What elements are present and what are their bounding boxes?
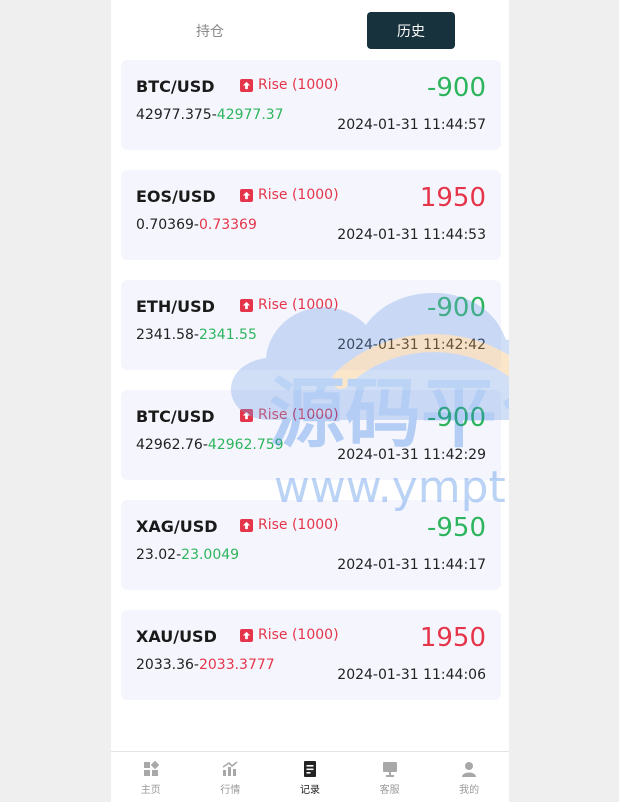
open-price: 42962.76 xyxy=(136,437,203,453)
profit-amount: 1950 xyxy=(419,183,486,213)
record-symbol: XAU/USD xyxy=(136,627,217,646)
record-symbol: BTC/USD xyxy=(136,407,215,426)
open-price: 42977.375 xyxy=(136,107,212,123)
home-icon xyxy=(143,760,160,776)
direction-label: Rise (1000) xyxy=(258,627,339,643)
nav-records-label: 记录 xyxy=(299,784,320,796)
price-range: 0.70369-0.73369 xyxy=(136,217,257,233)
record-time: 2024-01-31 11:44:53 xyxy=(337,227,486,243)
price-range: 42977.375-42977.37 xyxy=(136,107,284,123)
record-card[interactable]: BTC/USD Rise (1000) 42962.76-42962.759 -… xyxy=(121,390,501,480)
nav-support[interactable]: 客服 xyxy=(350,752,430,802)
direction-label: Rise (1000) xyxy=(258,407,339,423)
market-chart-icon xyxy=(222,760,238,776)
direction-badge: Rise (1000) xyxy=(240,185,339,205)
record-time: 2024-01-31 11:44:57 xyxy=(337,117,486,133)
direction-label: Rise (1000) xyxy=(258,77,339,93)
nav-profile-label: 我的 xyxy=(459,784,480,796)
close-price: 23.0049 xyxy=(181,547,240,563)
nav-home[interactable]: 主页 xyxy=(111,752,191,802)
direction-label: Rise (1000) xyxy=(258,187,339,203)
open-price: 2033.36 xyxy=(136,657,194,673)
record-card[interactable]: XAG/USD Rise (1000) 23.02-23.0049 -950 2… xyxy=(121,500,501,590)
bottom-nav: 主页 行情 记录 客服 我的 xyxy=(111,751,509,802)
direction-label: Rise (1000) xyxy=(258,517,339,533)
direction-badge: Rise (1000) xyxy=(240,625,339,645)
record-icon xyxy=(303,760,316,777)
record-time: 2024-01-31 11:42:29 xyxy=(337,447,486,463)
open-price: 0.70369 xyxy=(136,217,194,233)
nav-home-label: 主页 xyxy=(140,784,161,796)
open-price: 2341.58 xyxy=(136,327,194,343)
profit-amount: -900 xyxy=(426,293,486,323)
record-card[interactable]: ETH/USD Rise (1000) 2341.58-2341.55 -900… xyxy=(121,280,501,370)
nav-profile[interactable]: 我的 xyxy=(429,752,509,802)
price-range: 2341.58-2341.55 xyxy=(136,327,257,343)
rise-arrow-icon xyxy=(240,408,253,422)
tab-holdings[interactable]: 持仓 xyxy=(166,12,254,49)
profit-amount: 1950 xyxy=(419,623,486,653)
support-icon xyxy=(382,761,397,777)
price-range: 42962.76-42962.759 xyxy=(136,437,284,453)
direction-badge: Rise (1000) xyxy=(240,295,339,315)
nav-market[interactable]: 行情 xyxy=(191,752,271,802)
rise-arrow-icon xyxy=(240,188,253,202)
record-card[interactable]: EOS/USD Rise (1000) 0.70369-0.73369 1950… xyxy=(121,170,501,260)
profit-amount: -900 xyxy=(426,403,486,433)
record-symbol: BTC/USD xyxy=(136,77,215,96)
direction-badge: Rise (1000) xyxy=(240,515,339,535)
direction-label: Rise (1000) xyxy=(258,297,339,313)
app-screen: 持仓 历史 BTC/USD Rise (1000) 42977.375-4297… xyxy=(111,0,509,802)
rise-arrow-icon xyxy=(240,298,253,312)
direction-badge: Rise (1000) xyxy=(240,405,339,425)
price-range: 2033.36-2033.3777 xyxy=(136,657,275,673)
record-symbol: EOS/USD xyxy=(136,187,216,206)
price-range: 23.02-23.0049 xyxy=(136,547,239,563)
record-time: 2024-01-31 11:44:06 xyxy=(337,667,486,683)
direction-badge: Rise (1000) xyxy=(240,75,339,95)
tab-history[interactable]: 历史 xyxy=(367,12,455,49)
rise-arrow-icon xyxy=(240,628,253,642)
record-time: 2024-01-31 11:42:42 xyxy=(337,337,486,353)
record-card[interactable]: BTC/USD Rise (1000) 42977.375-42977.37 -… xyxy=(121,60,501,150)
close-price: 2033.3777 xyxy=(198,657,275,673)
rise-arrow-icon xyxy=(240,518,253,532)
open-price: 23.02 xyxy=(136,547,177,563)
record-time: 2024-01-31 11:44:17 xyxy=(337,557,486,573)
record-symbol: XAG/USD xyxy=(136,517,218,536)
record-symbol: ETH/USD xyxy=(136,297,215,316)
rise-arrow-icon xyxy=(240,78,253,92)
profit-amount: -900 xyxy=(426,73,486,103)
nav-records[interactable]: 记录 xyxy=(270,752,350,802)
nav-support-label: 客服 xyxy=(379,784,400,796)
close-price: 0.73369 xyxy=(198,217,257,233)
tab-bar: 持仓 历史 xyxy=(111,0,509,56)
close-price: 42962.759 xyxy=(207,437,284,453)
nav-market-label: 行情 xyxy=(220,784,241,796)
profile-icon xyxy=(462,761,477,777)
record-card[interactable]: XAU/USD Rise (1000) 2033.36-2033.3777 19… xyxy=(121,610,501,700)
close-price: 2341.55 xyxy=(198,327,257,343)
close-price: 42977.37 xyxy=(216,107,284,123)
profit-amount: -950 xyxy=(426,513,486,543)
